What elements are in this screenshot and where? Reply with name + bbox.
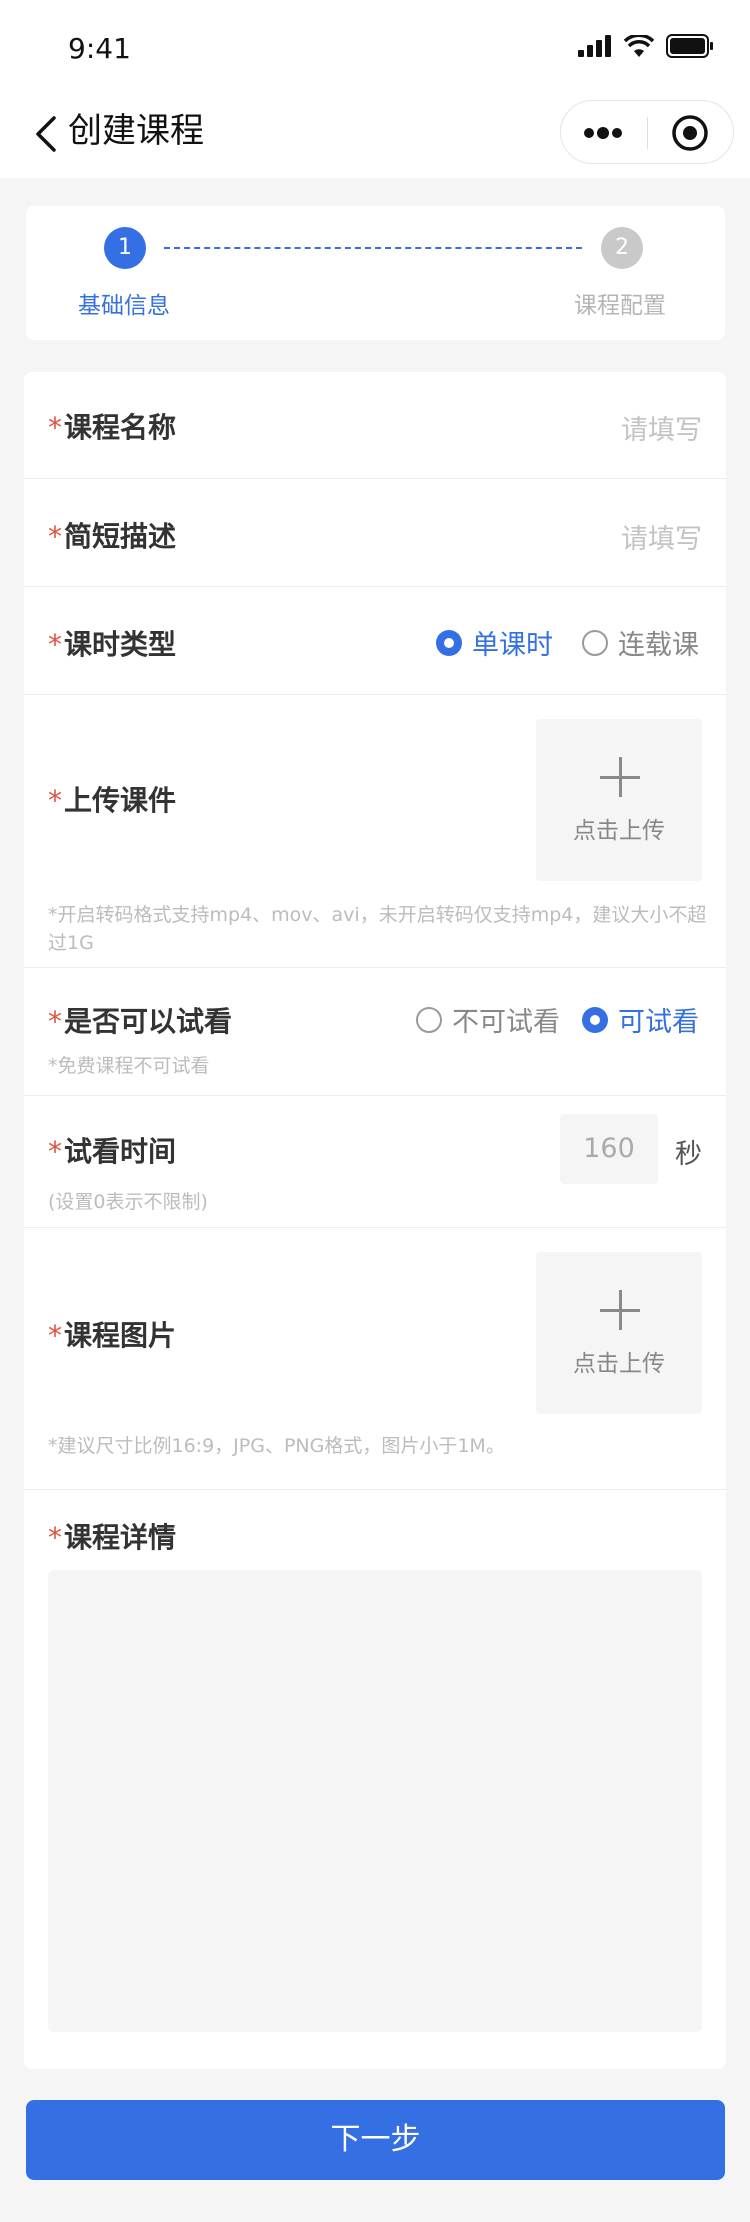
radio-checked-icon <box>436 629 462 656</box>
nav-bar: 创建课程 <box>0 92 750 178</box>
status-time: 9:41 <box>68 32 131 65</box>
required-mark: * <box>48 411 62 444</box>
step-1-label: 基础信息 <box>78 293 170 319</box>
required-mark: * <box>48 784 62 817</box>
courseware-upload-button[interactable]: 点击上传 <box>536 719 702 881</box>
course-name-input[interactable]: 请填写 <box>621 408 702 447</box>
required-mark: * <box>48 1319 62 1352</box>
status-bar: 9:41 <box>0 0 750 92</box>
required-mark: * <box>48 1521 62 1554</box>
step-2-circle: 2 <box>601 227 643 269</box>
short-desc-row[interactable]: *简短描述 请填写 <box>24 479 726 587</box>
trial-row: *是否可以试看 不可试看 可试看 *免费课程不可试看 <box>24 968 726 1096</box>
radio-checked-icon <box>582 1006 608 1033</box>
step-2-label: 课程配置 <box>574 293 666 319</box>
step-connector <box>164 247 582 249</box>
page-title: 创建课程 <box>68 111 204 151</box>
plus-icon <box>600 757 640 797</box>
close-mini-program-icon[interactable] <box>671 114 709 152</box>
short-desc-label: *简短描述 <box>48 520 177 553</box>
course-name-label: *课程名称 <box>48 411 177 444</box>
radio-allow-trial[interactable]: 可试看 <box>582 1000 699 1039</box>
trial-time-label: *试看时间 <box>48 1135 177 1168</box>
step-1-circle: 1 <box>104 227 146 269</box>
more-icon[interactable] <box>583 123 623 143</box>
lesson-type-label: *课时类型 <box>48 628 177 661</box>
radio-no-trial[interactable]: 不可试看 <box>416 1000 560 1039</box>
short-desc-input[interactable]: 请填写 <box>621 517 702 556</box>
course-form: *课程名称 请填写 *简短描述 请填写 *课时类型 单课时 连载课 *上传课件 … <box>24 372 726 2069</box>
battery-icon <box>666 34 713 58</box>
course-image-row: *课程图片 点击上传 *建议尺寸比例16:9，JPG、PNG格式，图片小于1M。 <box>24 1228 726 1490</box>
radio-unchecked-icon <box>582 629 608 656</box>
required-mark: * <box>48 1135 62 1168</box>
courseware-label: *上传课件 <box>48 784 177 817</box>
upload-label: 点击上传 <box>573 1351 665 1377</box>
required-mark: * <box>48 520 62 553</box>
radio-unchecked-icon <box>416 1006 442 1033</box>
course-image-hint: *建议尺寸比例16:9，JPG、PNG格式，图片小于1M。 <box>48 1435 505 1457</box>
radio-single-lesson[interactable]: 单课时 <box>436 623 553 662</box>
wifi-icon <box>624 35 654 57</box>
upload-label: 点击上传 <box>573 818 665 844</box>
courseware-hint: *开启转码格式支持mp4、mov、avi，未开启转码仅支持mp4，建议大小不超过… <box>48 904 707 954</box>
trial-label: *是否可以试看 <box>48 1005 233 1038</box>
lesson-type-row: *课时类型 单课时 连载课 <box>24 587 726 695</box>
signal-icon <box>578 35 611 57</box>
trial-hint: *免费课程不可试看 <box>48 1055 210 1077</box>
course-image-label: *课程图片 <box>48 1319 177 1352</box>
courseware-row: *上传课件 点击上传 *开启转码格式支持mp4、mov、avi，未开启转码仅支持… <box>24 695 726 968</box>
course-detail-label: *课程详情 <box>48 1521 177 1554</box>
trial-time-input[interactable]: 160 <box>560 1114 658 1184</box>
course-detail-editor[interactable] <box>48 1570 702 2032</box>
trial-time-hint: (设置0表示不限制) <box>48 1191 208 1213</box>
course-name-row[interactable]: *课程名称 请填写 <box>24 372 726 479</box>
required-mark: * <box>48 1005 62 1038</box>
required-mark: * <box>48 628 62 661</box>
next-step-button[interactable]: 下一步 <box>26 2100 725 2180</box>
course-image-upload-button[interactable]: 点击上传 <box>536 1252 702 1414</box>
capsule-divider <box>647 117 648 149</box>
radio-series-lesson[interactable]: 连载课 <box>582 623 699 662</box>
trial-time-unit: 秒 <box>675 1139 702 1170</box>
steps-indicator: 1 2 基础信息 课程配置 <box>26 206 725 340</box>
back-icon[interactable] <box>26 110 66 158</box>
trial-time-row: *试看时间 160 秒 (设置0表示不限制) <box>24 1096 726 1228</box>
status-icons <box>578 34 714 58</box>
mini-program-capsule <box>560 100 734 164</box>
plus-icon <box>600 1290 640 1330</box>
